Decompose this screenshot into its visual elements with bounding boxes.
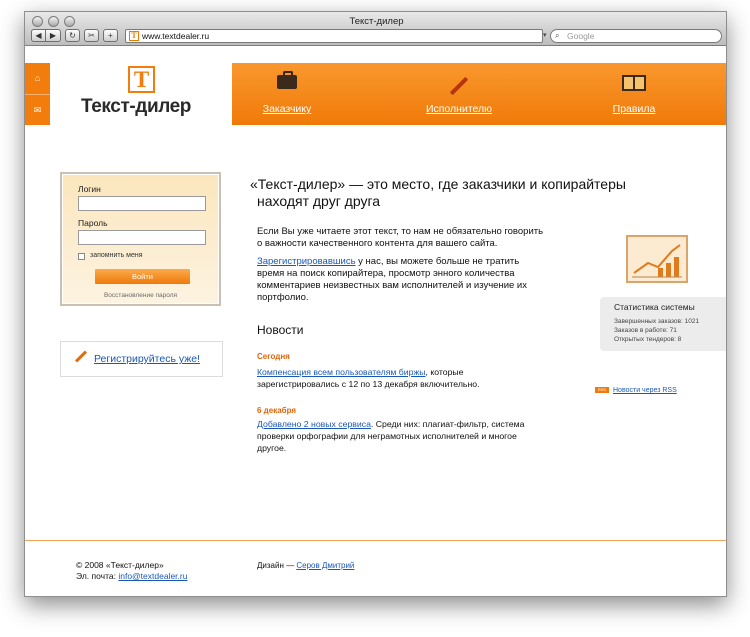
add-bookmark-icon[interactable]: + (103, 29, 118, 42)
home-icon[interactable]: ⌂ (25, 63, 50, 94)
pencil-icon (74, 350, 88, 363)
address-dropdown-icon[interactable]: ▾ (543, 31, 547, 39)
site-logo[interactable]: T Текст-дилер (50, 63, 232, 125)
intro-paragraph-2: Зарегистрировавшись у нас, вы можете бол… (257, 256, 547, 304)
register-link[interactable]: Регистрируйтесь уже! (94, 353, 200, 365)
search-icon: ⌕ (555, 31, 560, 40)
nav-link-performer[interactable]: Исполнителю (426, 103, 492, 115)
web-page: ⌂ ✉ T Текст-дилер Заказчику Исполнителю (25, 47, 726, 596)
browser-toolbar: Текст-дилер ◀ ▶ ↻ ✂ + T www.textdealer.r… (25, 12, 726, 46)
headline-line-2: находят друг друга (257, 193, 381, 209)
stats-title: Статистика системы (614, 302, 695, 312)
nav-item-customer[interactable]: Заказчику (232, 63, 342, 125)
rss-link[interactable]: Новости через RSS (613, 387, 677, 394)
footer-design: Дизайн — Серов Дмитрий (257, 560, 354, 571)
footer-divider (25, 540, 726, 541)
nav-link-customer[interactable]: Заказчику (263, 103, 312, 115)
register-box: Регистрируйтесь уже! (60, 341, 223, 377)
password-label: Пароль (78, 218, 108, 228)
restore-password-link[interactable]: Восстановление пароля (62, 292, 219, 299)
login-button[interactable]: Войти (95, 269, 190, 284)
back-icon[interactable]: ◀ (31, 29, 46, 42)
pencil-icon (449, 76, 469, 96)
nav-link-rules[interactable]: Правила (613, 103, 656, 115)
remember-label: запомнить меня (90, 252, 143, 259)
nav-item-rules[interactable]: Правила (579, 63, 689, 125)
forward-icon[interactable]: ▶ (46, 29, 61, 42)
login-label: Логин (78, 184, 101, 194)
bookmark-icon[interactable]: ✂ (84, 29, 99, 42)
favicon-icon: T (129, 31, 139, 41)
news-item: Компенсация всем пользователям биржы, ко… (257, 366, 547, 390)
search-field[interactable]: ⌕ Google (550, 29, 722, 43)
designer-link[interactable]: Серов Дмитрий (296, 561, 354, 570)
stats-orders-in-progress: Заказов в работе: 71 (614, 327, 677, 334)
footer-email-label: Эл. почта: (76, 571, 119, 581)
browser-window: Текст-дилер ◀ ▶ ↻ ✂ + T www.textdealer.r… (24, 11, 727, 597)
footer-email-line: Эл. почта: info@textdealer.ru (76, 571, 187, 582)
rss-icon: RSS (595, 387, 609, 394)
main-nav: Заказчику Исполнителю Правила (232, 63, 726, 125)
mail-icon[interactable]: ✉ (25, 94, 50, 125)
stats-completed-orders: Завершенных заказов: 1021 (614, 318, 700, 325)
news-link[interactable]: Компенсация всем пользователям биржы (257, 367, 426, 377)
remember-checkbox[interactable] (78, 253, 85, 260)
stats-open-tenders: Открытых тендеров: 8 (614, 336, 682, 343)
site-header: ⌂ ✉ T Текст-дилер Заказчику Исполнителю (25, 63, 726, 125)
login-form: Логин Пароль запомнить меня Войти Восста… (60, 172, 221, 306)
logo-icon: T (128, 66, 155, 93)
logo-text: Текст-дилер (81, 96, 192, 117)
statistics-chart-icon (626, 235, 688, 283)
news-date: 6 декабря (257, 406, 297, 415)
headline-line-1: «Текст-дилер» — это место, где заказчики… (250, 176, 626, 192)
search-placeholder: Google (567, 31, 595, 41)
news-heading: Новости (257, 323, 304, 337)
password-input[interactable] (78, 230, 206, 245)
book-icon (622, 75, 646, 91)
briefcase-icon (277, 71, 297, 89)
news-item: Добавлено 2 новых сервиса. Среди них: пл… (257, 418, 547, 454)
browser-nav-buttons: ◀ ▶ ↻ ✂ + (31, 29, 118, 42)
side-strip: ⌂ ✉ (25, 63, 50, 125)
login-input[interactable] (78, 196, 206, 211)
intro-text: Если Вы уже читаете этот текст, то нам н… (257, 226, 547, 304)
footer-design-label: Дизайн — (257, 561, 297, 570)
news-link[interactable]: Добавлено 2 новых сервиса (257, 419, 371, 429)
footer-copyright: © 2008 «Текст-дилер» (76, 560, 164, 570)
rss-block: RSS Новости через RSS (595, 387, 677, 394)
news-date: Сегодня (257, 352, 290, 361)
address-bar[interactable]: T www.textdealer.ru (125, 29, 543, 43)
reload-icon[interactable]: ↻ (65, 29, 80, 42)
window-title: Текст-дилер (349, 16, 404, 27)
page-headline: «Текст-дилер» — это место, где заказчики… (250, 176, 650, 210)
nav-item-performer[interactable]: Исполнителю (404, 63, 514, 125)
address-text: www.textdealer.ru (142, 31, 210, 41)
footer-contacts: © 2008 «Текст-дилер» Эл. почта: info@tex… (76, 560, 187, 582)
footer-email-link[interactable]: info@textdealer.ru (118, 571, 187, 581)
register-inline-link[interactable]: Зарегистрировавшись (257, 256, 356, 267)
intro-paragraph-1: Если Вы уже читаете этот текст, то нам н… (257, 226, 544, 249)
system-stats: Статистика системы Завершенных заказов: … (600, 297, 726, 351)
